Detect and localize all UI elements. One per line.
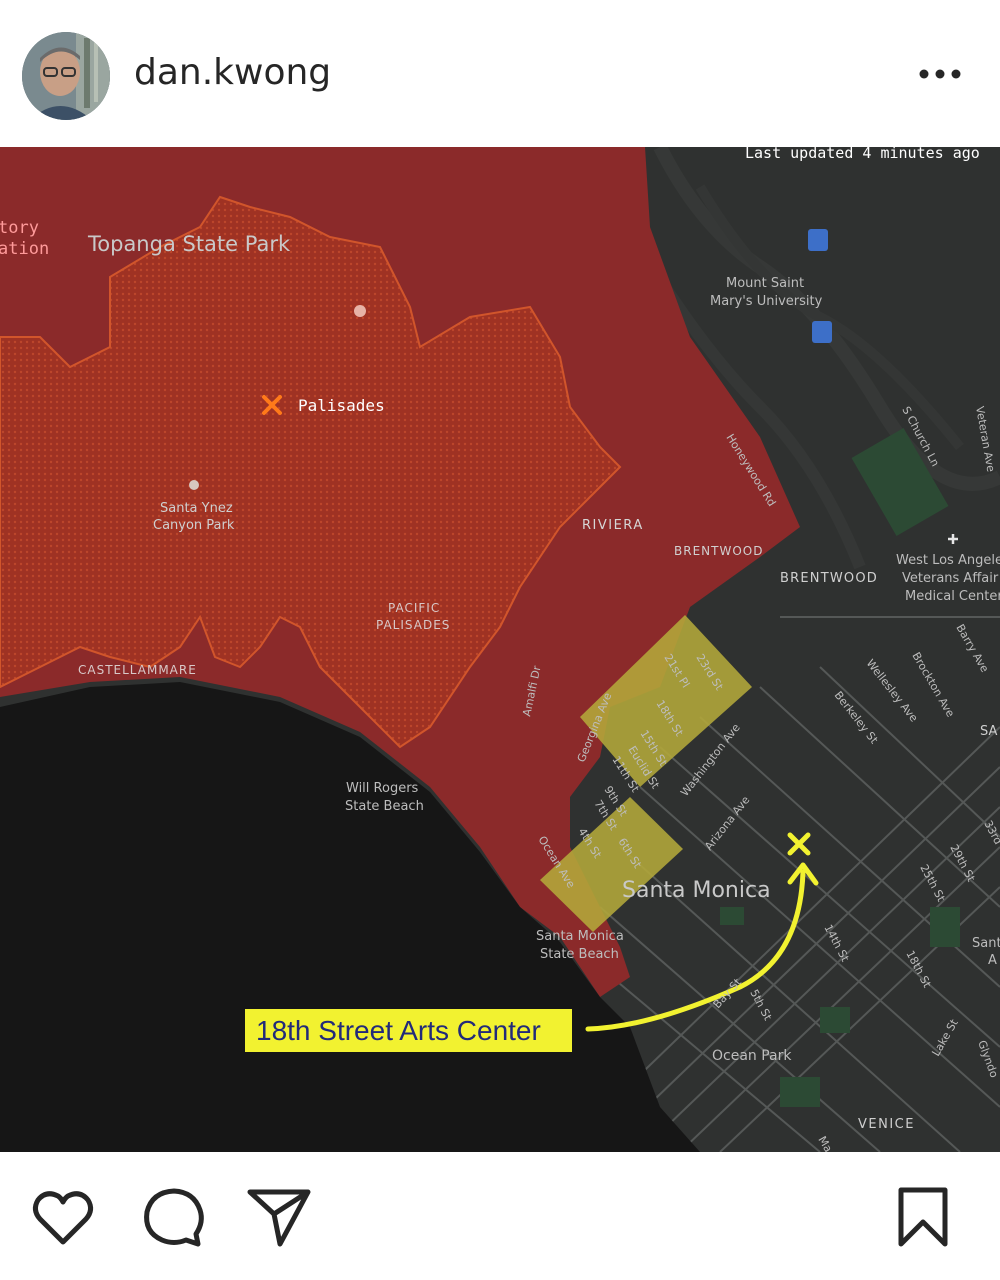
pacific-label-1: PACIFIC: [388, 601, 440, 615]
will-rogers-label-2: State Beach: [345, 799, 424, 814]
sm-beach-label-2: State Beach: [540, 947, 619, 962]
riviera-label: RIVIERA: [582, 518, 644, 533]
santa-ynez-label-2: Canyon Park: [153, 518, 235, 533]
west-la-label-3: Medical Center: [905, 589, 1000, 604]
order-label-fragment-2: ation: [0, 239, 49, 259]
post-header: dan.kwong: [0, 0, 1000, 147]
more-options-icon[interactable]: [918, 60, 966, 88]
venice-label: VENICE: [858, 1117, 915, 1132]
sant-label-1: Sant: [972, 936, 1000, 951]
ocean-park-label: Ocean Park: [712, 1048, 792, 1064]
castellammare-label: CASTELLAMMARE: [78, 663, 197, 677]
annotation-label: 18th Street Arts Center: [256, 1015, 541, 1046]
will-rogers-label-1: Will Rogers: [346, 781, 419, 796]
heart-icon[interactable]: [28, 1182, 98, 1252]
comment-bubble-icon[interactable]: [138, 1182, 208, 1252]
post-map-image[interactable]: Last updated 4 minutes ago tory ation To…: [0, 147, 1000, 1152]
paper-plane-icon[interactable]: [244, 1182, 314, 1252]
mount-saint-label-1: Mount Saint: [726, 276, 804, 291]
user-avatar[interactable]: [22, 32, 110, 120]
mount-saint-label-2: Mary's University: [710, 294, 823, 309]
topanga-label: Topanga State Park: [87, 232, 291, 256]
sa-label: SA: [980, 724, 997, 739]
username[interactable]: dan.kwong: [134, 52, 331, 93]
map-canvas: Last updated 4 minutes ago tory ation To…: [0, 147, 1000, 1152]
santa-monica-label: Santa Monica: [622, 878, 771, 903]
post-action-bar: [0, 1152, 1000, 1280]
pacific-label-2: PALISADES: [376, 618, 450, 632]
mountain-marker: [354, 305, 366, 317]
sm-beach-label-1: Santa Monica: [536, 929, 624, 944]
brentwood-label-1: BRENTWOOD: [674, 544, 763, 558]
last-updated-label: Last updated 4 minutes ago: [745, 147, 980, 162]
west-la-label-1: West Los Angele: [896, 553, 1000, 568]
brentwood-label-2: BRENTWOOD: [780, 571, 878, 586]
order-label-fragment-1: tory: [0, 218, 39, 238]
avatar-photo: [22, 32, 110, 120]
fire-name-label: Palisades: [298, 396, 385, 415]
west-la-label-2: Veterans Affair: [902, 571, 999, 586]
bookmark-icon[interactable]: [888, 1182, 958, 1252]
santa-ynez-label-1: Santa Ynez: [160, 501, 233, 516]
park-marker: [189, 480, 199, 490]
sant-label-2: A: [988, 953, 997, 968]
